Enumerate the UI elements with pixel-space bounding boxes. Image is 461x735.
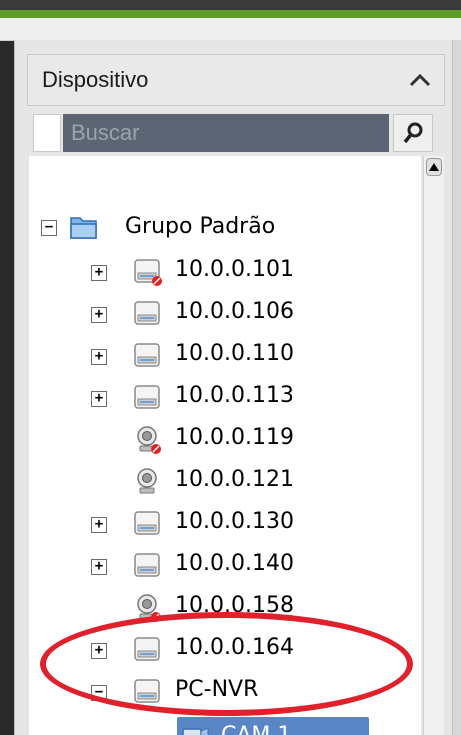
ip-camera-icon: [137, 468, 157, 494]
tree-item-label[interactable]: 10.0.0.164: [175, 635, 294, 660]
arrow-up-icon: [429, 163, 439, 171]
expand-toggle[interactable]: +: [91, 643, 107, 659]
ip-camera-icon: [137, 594, 161, 622]
search-row: [33, 114, 445, 152]
search-icon: [403, 122, 423, 144]
dvr-icon: [134, 343, 160, 367]
tree-item-label[interactable]: 10.0.0.106: [175, 299, 294, 324]
tree-item-label[interactable]: PC-NVR: [175, 677, 258, 702]
tree-item-label[interactable]: 10.0.0.101: [175, 257, 294, 282]
tree-item-label[interactable]: 10.0.0.121: [175, 467, 294, 492]
collapse-button[interactable]: [404, 65, 436, 95]
search-left-box: [33, 114, 61, 152]
scroll-up-button[interactable]: [426, 158, 442, 176]
device-panel: Dispositivo − Grupo Padrão +10.0.0.101 +1…: [14, 40, 453, 735]
top-accent-bar: [0, 10, 461, 18]
search-button[interactable]: [393, 114, 433, 152]
tree-item-label-cam[interactable]: CAM 1: [221, 723, 291, 735]
left-gutter: [0, 0, 14, 735]
tree-item-label[interactable]: 10.0.0.110: [175, 341, 294, 366]
tree-root-label[interactable]: Grupo Padrão: [125, 214, 275, 239]
expand-toggle[interactable]: +: [91, 265, 107, 281]
dvr-icon: [134, 553, 160, 577]
right-edge: [452, 40, 461, 735]
tree-item-label[interactable]: 10.0.0.130: [175, 509, 294, 534]
root-collapse-toggle[interactable]: −: [41, 220, 57, 236]
tree-item-label[interactable]: 10.0.0.113: [175, 383, 294, 408]
dvr-icon: [134, 301, 160, 325]
expand-toggle[interactable]: +: [91, 307, 107, 323]
ip-camera-icon: [137, 426, 161, 454]
collapse-toggle[interactable]: −: [91, 685, 107, 701]
tree-item-label[interactable]: 10.0.0.140: [175, 551, 294, 576]
panel-header[interactable]: Dispositivo: [27, 54, 445, 106]
search-input[interactable]: [63, 114, 389, 152]
tree-item-label[interactable]: 10.0.0.119: [175, 425, 294, 450]
top-bar: [0, 0, 461, 10]
folder-icon: [70, 217, 97, 239]
dvr-icon: [134, 385, 160, 409]
dvr-icon: [134, 679, 160, 703]
dvr-icon: [134, 637, 160, 661]
tree-item-label[interactable]: 10.0.0.158: [175, 593, 294, 618]
top-strip: [0, 18, 461, 41]
camera-icon: [182, 727, 209, 735]
chevron-up-icon: [409, 73, 431, 87]
expand-toggle[interactable]: +: [91, 391, 107, 407]
dvr-icon: [134, 259, 162, 286]
expand-toggle[interactable]: +: [91, 349, 107, 365]
expand-toggle[interactable]: +: [91, 517, 107, 533]
expand-toggle[interactable]: +: [91, 559, 107, 575]
device-tree: − Grupo Padrão +10.0.0.101 +10.0.0.106 +10…: [29, 156, 421, 735]
dvr-icon: [134, 511, 160, 535]
panel-title: Dispositivo: [42, 67, 149, 92]
tree-scrollbar[interactable]: [423, 156, 444, 735]
